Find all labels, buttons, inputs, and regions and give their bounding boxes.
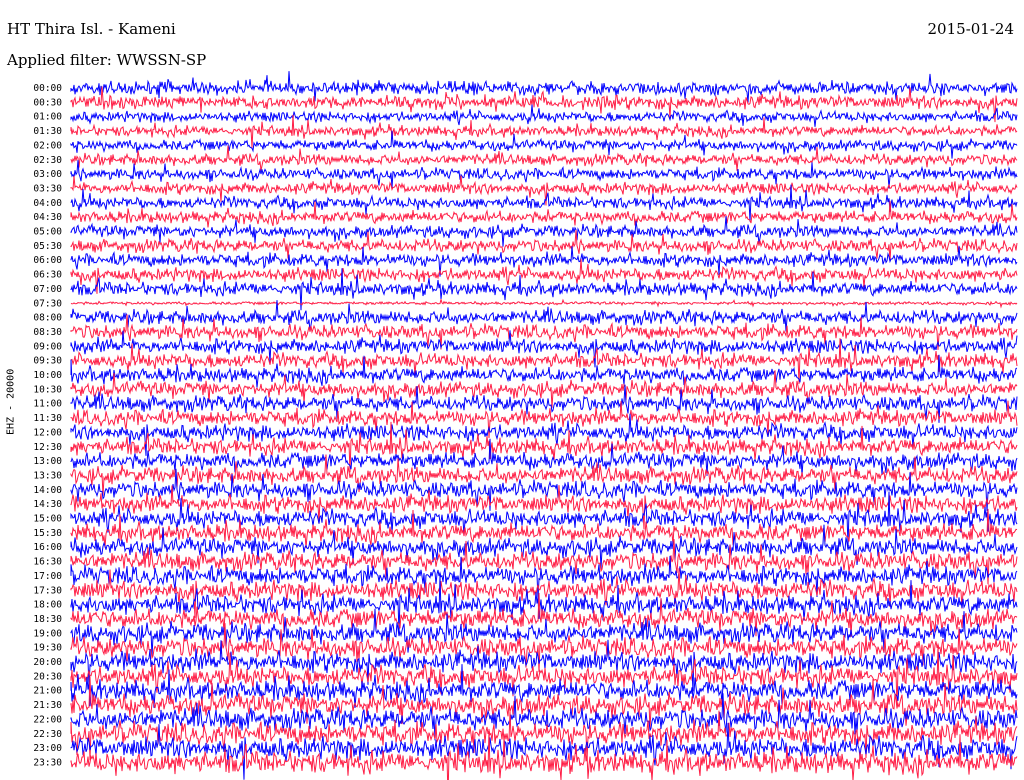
time-tick-label: 14:00 <box>33 485 62 496</box>
time-tick-label: 08:30 <box>33 327 62 338</box>
time-tick-label: 18:30 <box>33 614 62 625</box>
time-tick-label: 03:30 <box>33 183 62 194</box>
time-tick-label: 01:30 <box>33 126 62 137</box>
time-tick-label: 01:00 <box>33 112 62 123</box>
seismic-trace <box>70 104 1018 127</box>
time-tick-label: 12:00 <box>33 427 62 438</box>
time-tick-label: 15:00 <box>33 514 62 525</box>
seismic-trace <box>70 555 1018 600</box>
time-tick-label: 05:30 <box>33 241 62 252</box>
time-tick-label: 17:30 <box>33 585 62 596</box>
time-tick-label: 21:00 <box>33 686 62 697</box>
time-tick-label: 19:00 <box>33 628 62 639</box>
time-tick-label: 22:00 <box>33 714 62 725</box>
time-tick-label: 13:00 <box>33 456 62 467</box>
time-tick-label: 10:00 <box>33 370 62 381</box>
time-tick-label: 11:30 <box>33 413 62 424</box>
time-tick-label: 12:30 <box>33 442 62 453</box>
time-tick-label: 16:30 <box>33 557 62 568</box>
time-tick-label: 11:00 <box>33 399 62 410</box>
time-tick-label: 04:30 <box>33 212 62 223</box>
time-tick-label: 00:00 <box>33 83 62 94</box>
time-tick-label: 19:30 <box>33 643 62 654</box>
time-tick-label: 06:00 <box>33 255 62 266</box>
time-tick-label: 17:00 <box>33 571 62 582</box>
time-tick-label: 09:00 <box>33 341 62 352</box>
time-tick-label: 09:30 <box>33 356 62 367</box>
seismic-trace <box>70 524 1018 570</box>
time-tick-label: 15:30 <box>33 528 62 539</box>
time-tick-label: 05:00 <box>33 227 62 238</box>
seismic-trace <box>70 438 1018 477</box>
time-tick-label: 07:30 <box>33 298 62 309</box>
time-tick-label: 04:00 <box>33 198 62 209</box>
seismic-trace <box>70 245 1018 277</box>
time-tick-label: 10:30 <box>33 384 62 395</box>
seismic-trace <box>70 259 1018 294</box>
seismic-trace <box>70 145 1018 171</box>
time-tick-label: 02:30 <box>33 155 62 166</box>
time-tick-label: 20:30 <box>33 671 62 682</box>
time-tick-label: 20:00 <box>33 657 62 668</box>
time-tick-label: 18:00 <box>33 600 62 611</box>
time-tick-label: 13:30 <box>33 470 62 481</box>
time-tick-label: 02:00 <box>33 140 62 151</box>
time-tick-label: 14:30 <box>33 499 62 510</box>
time-tick-label: 16:00 <box>33 542 62 553</box>
time-tick-label: 00:30 <box>33 97 62 108</box>
time-tick-label: 08:00 <box>33 313 62 324</box>
time-tick-label: 23:00 <box>33 743 62 754</box>
seismic-trace <box>70 130 1018 159</box>
time-tick-label: 07:00 <box>33 284 62 295</box>
time-tick-label: 23:30 <box>33 757 62 768</box>
time-tick-label: 21:30 <box>33 700 62 711</box>
time-tick-label: 22:30 <box>33 729 62 740</box>
seismic-trace <box>70 298 1018 309</box>
seismic-trace <box>70 215 1018 247</box>
time-tick-label: 06:30 <box>33 270 62 281</box>
helicorder-plot: 00:00 00:30 01:00 01:30 02:00 02:30 03:00 03:30… <box>33 71 1018 780</box>
time-tick-label: 03:00 <box>33 169 62 180</box>
